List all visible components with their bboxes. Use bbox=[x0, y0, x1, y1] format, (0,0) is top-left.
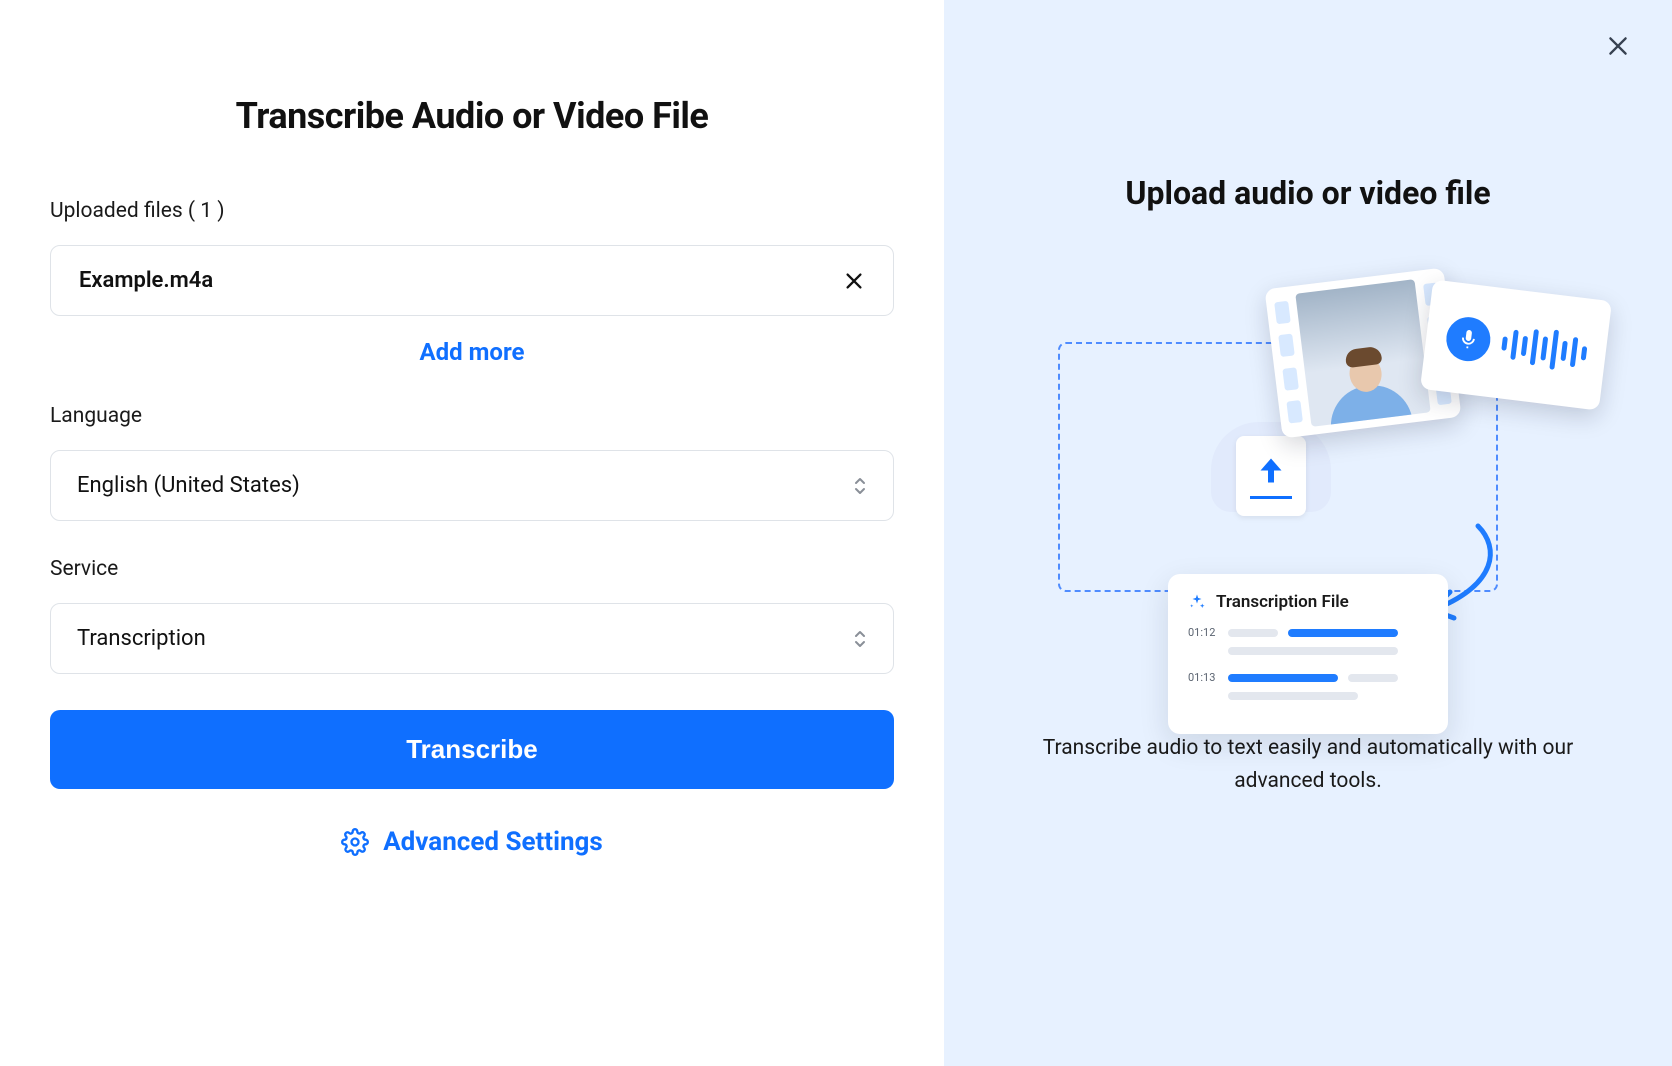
updown-chevron-icon bbox=[853, 629, 867, 649]
remove-file-button[interactable] bbox=[843, 270, 865, 292]
uploaded-prefix: Uploaded files bbox=[50, 199, 183, 223]
transcript-card-title: Transcription File bbox=[1216, 592, 1349, 612]
add-more-link[interactable]: Add more bbox=[50, 338, 894, 366]
uploaded-files-label: Uploaded files ( 1 ) bbox=[50, 199, 894, 223]
waveform-icon bbox=[1499, 323, 1588, 373]
timestamp-2: 01:13 bbox=[1188, 671, 1218, 684]
service-value: Transcription bbox=[77, 626, 206, 651]
timestamp-1: 01:12 bbox=[1188, 626, 1218, 639]
uploaded-file-chip: Example.m4a bbox=[50, 245, 894, 316]
gear-icon bbox=[341, 828, 369, 856]
form-panel: Transcribe Audio or Video File Uploaded … bbox=[0, 0, 944, 1066]
language-select[interactable]: English (United States) bbox=[50, 450, 894, 521]
audio-card-illustration bbox=[1420, 279, 1612, 410]
upload-arrow-icon bbox=[1253, 454, 1289, 490]
transcribe-button[interactable]: Transcribe bbox=[50, 710, 894, 789]
language-label: Language bbox=[50, 404, 894, 428]
file-name: Example.m4a bbox=[79, 268, 213, 293]
language-value: English (United States) bbox=[77, 473, 300, 498]
transcript-card-illustration: Transcription File 01:12 01:13 bbox=[1168, 574, 1448, 734]
close-button[interactable] bbox=[1600, 28, 1636, 64]
close-icon bbox=[843, 270, 865, 292]
microphone-icon bbox=[1443, 315, 1492, 364]
uploaded-count: ( 1 ) bbox=[188, 199, 225, 223]
updown-chevron-icon bbox=[853, 476, 867, 496]
advanced-settings-label: Advanced Settings bbox=[383, 827, 603, 857]
page-title: Transcribe Audio or Video File bbox=[50, 95, 894, 137]
service-label: Service bbox=[50, 557, 894, 581]
sparkle-icon bbox=[1188, 593, 1206, 611]
service-select[interactable]: Transcription bbox=[50, 603, 894, 674]
info-panel: Upload audio or video file bbox=[944, 0, 1672, 1066]
info-title: Upload audio or video file bbox=[1125, 174, 1490, 212]
info-blurb: Transcribe audio to text easily and auto… bbox=[1028, 732, 1588, 797]
close-icon bbox=[1605, 33, 1631, 59]
advanced-settings-link[interactable]: Advanced Settings bbox=[50, 827, 894, 857]
illustration: Transcription File 01:12 01:13 bbox=[1028, 272, 1588, 722]
